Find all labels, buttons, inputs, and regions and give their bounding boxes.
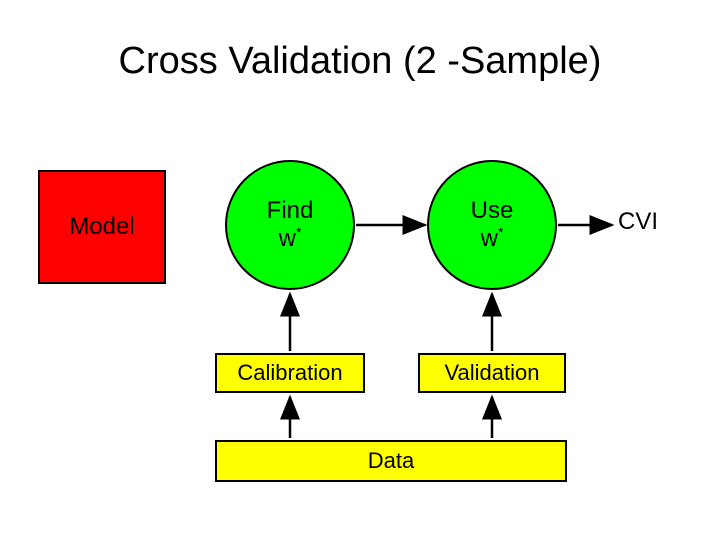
calibration-box: Calibration [215, 353, 365, 393]
model-box: Model [38, 170, 166, 284]
calibration-label: Calibration [237, 361, 342, 385]
find-label: Find w* [267, 198, 314, 252]
page-title: Cross Validation (2 -Sample) [0, 40, 720, 83]
use-circle: Use w* [427, 160, 557, 290]
use-label: Use w* [471, 198, 514, 252]
cvi-label: CVI [618, 208, 658, 236]
validation-label: Validation [445, 361, 540, 385]
find-circle: Find w* [225, 160, 355, 290]
data-label: Data [368, 449, 414, 473]
model-label: Model [69, 214, 134, 240]
validation-box: Validation [418, 353, 566, 393]
data-box: Data [215, 440, 567, 482]
